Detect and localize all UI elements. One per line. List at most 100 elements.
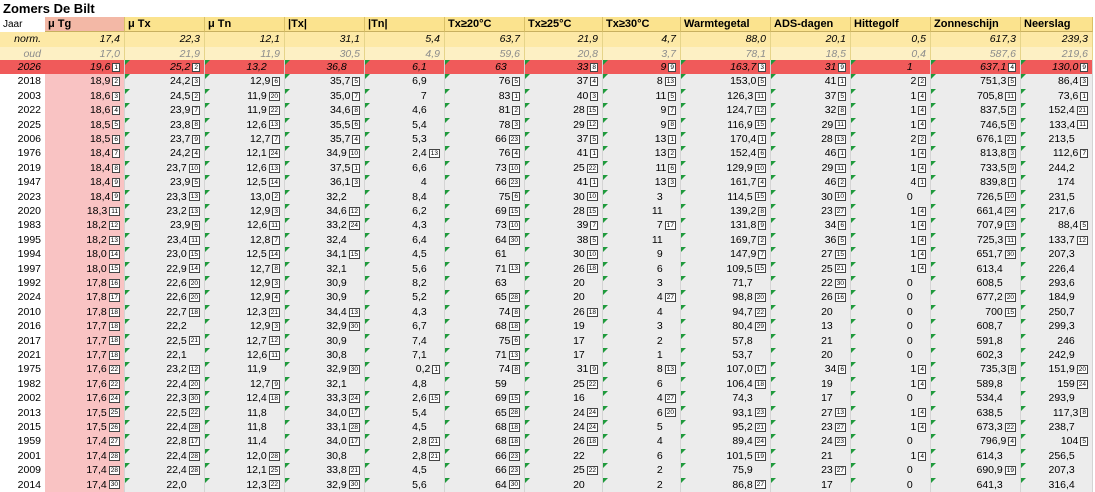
value-cell[interactable]: 11,900 bbox=[205, 362, 285, 377]
value-cell[interactable]: 31 9 bbox=[771, 60, 851, 75]
value-cell[interactable]: 18,3 11 bbox=[45, 204, 125, 219]
value-cell[interactable]: 13,0 2 bbox=[205, 189, 285, 204]
value-cell[interactable]: 18,2 12 bbox=[45, 218, 125, 233]
column-header-9[interactable]: Warmtegetal bbox=[681, 17, 771, 32]
value-cell[interactable]: 73 10 bbox=[445, 160, 525, 176]
value-cell[interactable]: 300 bbox=[603, 319, 681, 334]
value-cell[interactable]: 18,0 15 bbox=[45, 261, 125, 276]
value-cell[interactable]: 34,4 13 bbox=[285, 304, 365, 320]
value-cell[interactable]: 242,900 bbox=[1021, 348, 1093, 363]
value-cell[interactable]: 33,3 24 bbox=[285, 391, 365, 406]
value-cell[interactable]: 1700 bbox=[771, 391, 851, 406]
value-cell[interactable]: 12,7 8 bbox=[205, 261, 285, 276]
value-cell[interactable]: 27 13 bbox=[771, 405, 851, 420]
value-cell[interactable]: 17,5 25 bbox=[45, 405, 125, 420]
value-cell[interactable]: 5,600 bbox=[365, 261, 445, 276]
value-cell[interactable]: 14 bbox=[851, 448, 931, 464]
value-cell[interactable]: 32,100 bbox=[285, 261, 365, 276]
value-cell[interactable]: 18,0 14 bbox=[45, 247, 125, 262]
column-header-2[interactable]: μ Tx bbox=[125, 17, 205, 32]
value-cell[interactable]: 7,100 bbox=[365, 348, 445, 363]
column-header-7[interactable]: Tx≥25°C bbox=[525, 17, 603, 32]
value-cell[interactable]: 22,3 30 bbox=[125, 391, 205, 406]
value-cell[interactable]: 18,4 9 bbox=[45, 189, 125, 204]
value-cell[interactable]: 23 27 bbox=[771, 204, 851, 219]
value-cell[interactable]: 17,8 17 bbox=[45, 290, 125, 305]
value-cell[interactable]: 6,400 bbox=[365, 232, 445, 248]
value-cell[interactable]: 837,5 2 bbox=[931, 103, 1021, 118]
value-cell[interactable]: 23,7 10 bbox=[125, 160, 205, 176]
value-cell[interactable]: 000 bbox=[851, 319, 931, 334]
value-cell[interactable]: 796,9 4 bbox=[931, 434, 1021, 449]
value-cell[interactable]: 35,7 5 bbox=[285, 74, 365, 89]
value-cell[interactable]: 17,4 28 bbox=[45, 463, 125, 478]
value-cell[interactable]: 17,4 27 bbox=[45, 434, 125, 449]
value-cell[interactable]: 2,8 21 bbox=[365, 448, 445, 464]
year-cell[interactable]: 1995 bbox=[0, 233, 45, 247]
norm-cell[interactable]: 63,7 bbox=[445, 32, 525, 47]
value-cell[interactable]: 30,900 bbox=[285, 276, 365, 291]
value-cell[interactable]: 500 bbox=[603, 420, 681, 435]
value-cell[interactable]: 24,2 4 bbox=[125, 146, 205, 161]
value-cell[interactable]: 17,6 24 bbox=[45, 391, 125, 406]
value-cell[interactable]: 37,5 1 bbox=[285, 160, 365, 176]
year-cell[interactable]: 1983 bbox=[0, 218, 45, 232]
value-cell[interactable]: 4,600 bbox=[365, 103, 445, 118]
value-cell[interactable]: 75 6 bbox=[445, 189, 525, 204]
value-cell[interactable]: 23,0 15 bbox=[125, 247, 205, 262]
norm-cell[interactable]: 20,1 bbox=[771, 32, 851, 47]
value-cell[interactable]: 30,900 bbox=[285, 290, 365, 305]
value-cell[interactable]: 000 bbox=[851, 290, 931, 305]
value-cell[interactable]: 30,800 bbox=[285, 448, 365, 464]
value-cell[interactable]: 75,900 bbox=[681, 463, 771, 478]
value-cell[interactable]: 6,900 bbox=[365, 74, 445, 89]
value-cell[interactable]: 17,7 18 bbox=[45, 319, 125, 334]
value-cell[interactable]: 22,4 28 bbox=[125, 420, 205, 435]
value-cell[interactable]: 11 6 bbox=[603, 160, 681, 176]
value-cell[interactable]: 65 28 bbox=[445, 290, 525, 305]
value-cell[interactable]: 293,900 bbox=[1021, 391, 1093, 406]
value-cell[interactable]: 30 10 bbox=[771, 189, 851, 204]
value-cell[interactable]: 27 15 bbox=[771, 247, 851, 262]
value-cell[interactable]: 11,9 22 bbox=[205, 103, 285, 118]
value-cell[interactable]: 6,200 bbox=[365, 204, 445, 219]
column-header-5[interactable]: |Tn| bbox=[365, 17, 445, 32]
value-cell[interactable]: 637,1 4 bbox=[931, 60, 1021, 75]
value-cell[interactable]: 2200 bbox=[525, 448, 603, 464]
value-cell[interactable]: 000 bbox=[851, 391, 931, 406]
value-cell[interactable]: 66 23 bbox=[445, 463, 525, 478]
value-cell[interactable]: 68 18 bbox=[445, 420, 525, 435]
value-cell[interactable]: 12,9 4 bbox=[205, 290, 285, 305]
value-cell[interactable]: 106,4 18 bbox=[681, 376, 771, 392]
value-cell[interactable]: 000 bbox=[851, 434, 931, 449]
value-cell[interactable]: 600 bbox=[603, 376, 681, 392]
value-cell[interactable]: 68 18 bbox=[445, 319, 525, 334]
value-cell[interactable]: 23,7 9 bbox=[125, 132, 205, 147]
value-cell[interactable]: 17,4 28 bbox=[45, 448, 125, 464]
column-header-3[interactable]: μ Tn bbox=[205, 17, 285, 32]
value-cell[interactable]: 676,1 21 bbox=[931, 132, 1021, 147]
value-cell[interactable]: 14 bbox=[851, 376, 931, 392]
value-cell[interactable]: 107,0 17 bbox=[681, 362, 771, 377]
value-cell[interactable]: 117,3 8 bbox=[1021, 405, 1093, 420]
value-cell[interactable]: 69 15 bbox=[445, 391, 525, 406]
value-cell[interactable]: 200 bbox=[603, 463, 681, 478]
value-cell[interactable]: 100 bbox=[851, 60, 931, 75]
value-cell[interactable]: 22,4 28 bbox=[125, 463, 205, 478]
value-cell[interactable]: 608,500 bbox=[931, 276, 1021, 291]
value-cell[interactable]: 94,7 22 bbox=[681, 304, 771, 320]
value-cell[interactable]: 29 11 bbox=[771, 117, 851, 132]
value-cell[interactable]: 76 4 bbox=[445, 146, 525, 161]
value-cell[interactable]: 14 bbox=[851, 146, 931, 161]
value-cell[interactable]: 300 bbox=[603, 276, 681, 291]
value-cell[interactable]: 34 6 bbox=[771, 362, 851, 377]
value-cell[interactable]: 14 bbox=[851, 405, 931, 420]
value-cell[interactable]: 12,8 7 bbox=[205, 232, 285, 248]
value-cell[interactable]: 256,500 bbox=[1021, 448, 1093, 464]
year-cell[interactable]: 2023 bbox=[0, 190, 45, 204]
value-cell[interactable]: 4,300 bbox=[365, 304, 445, 320]
value-cell[interactable]: 25 22 bbox=[525, 376, 603, 392]
value-cell[interactable]: 139,2 8 bbox=[681, 204, 771, 219]
norm-cell[interactable]: 17,4 bbox=[45, 32, 125, 47]
value-cell[interactable]: 12,7 9 bbox=[205, 376, 285, 392]
